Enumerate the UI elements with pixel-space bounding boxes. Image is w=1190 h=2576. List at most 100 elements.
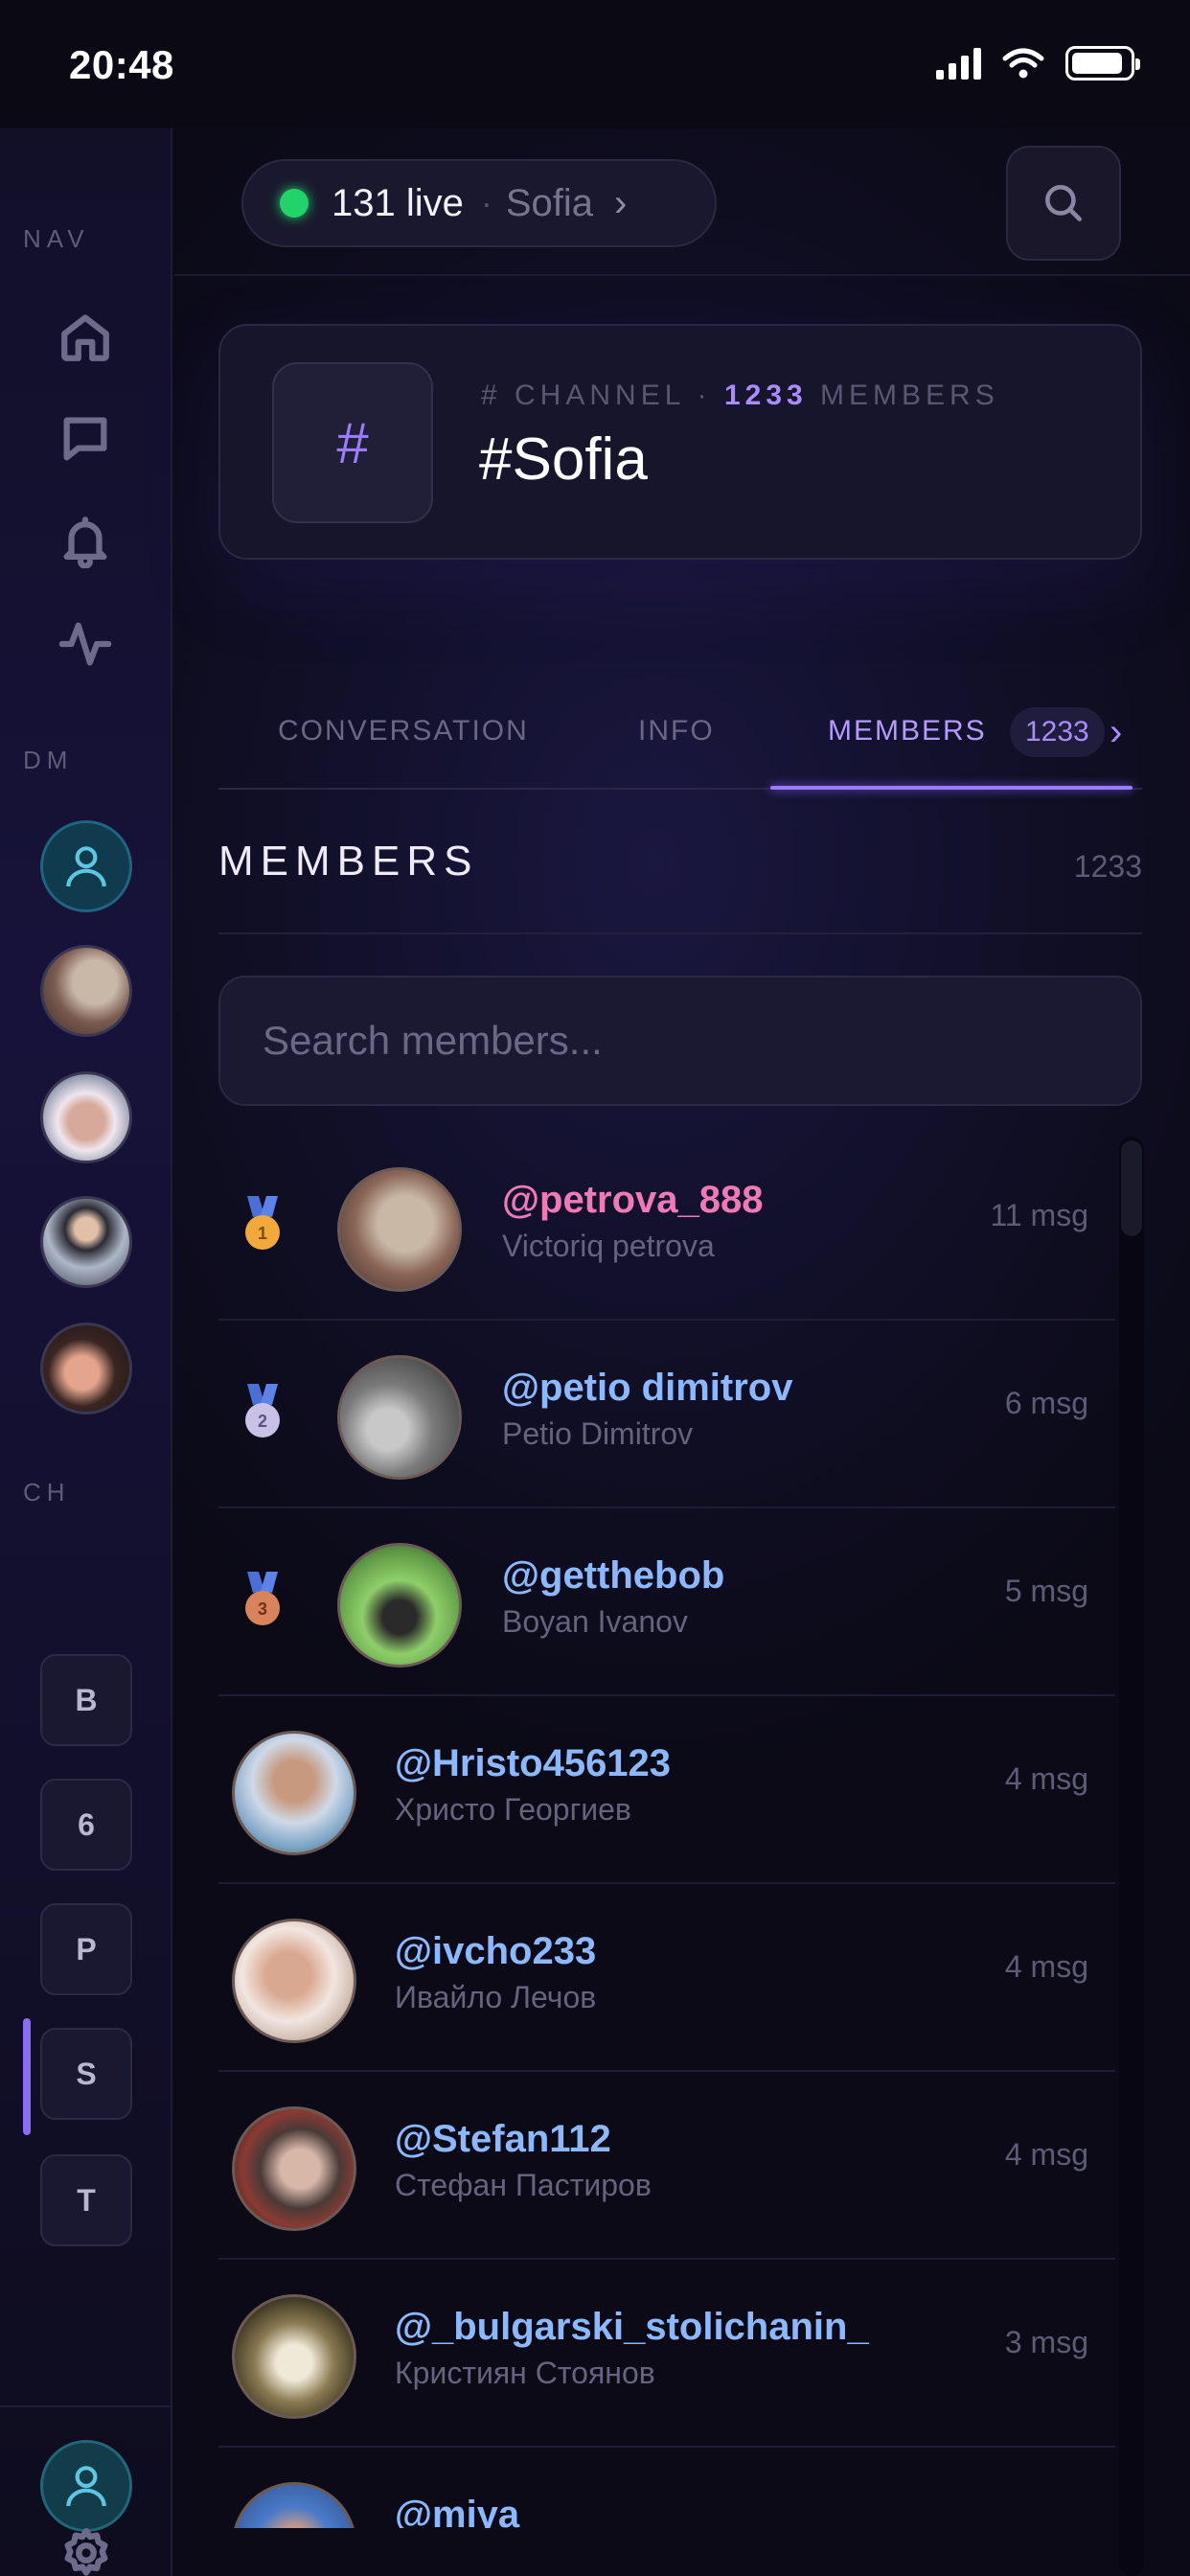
- signal-icon: [936, 47, 981, 80]
- members-count: 1233: [1073, 849, 1142, 884]
- member-name: Стефан Пастиров: [395, 2168, 652, 2202]
- divider: [218, 932, 1142, 934]
- member-avatar[interactable]: [337, 1167, 462, 1292]
- scrollbar-track[interactable]: [1119, 1137, 1144, 2576]
- tab-members[interactable]: MEMBERS: [828, 715, 987, 748]
- home-icon[interactable]: [47, 299, 124, 376]
- live-count: 131 live: [332, 181, 464, 224]
- dm-new-user-icon[interactable]: [40, 820, 132, 912]
- bell-icon[interactable]: [47, 502, 124, 579]
- member-row[interactable]: @_bulgarski_stolichanin_ Кристиян Стояно…: [218, 2260, 1115, 2448]
- channel-meta-suffix: MEMBERS: [820, 380, 999, 411]
- member-message-count: 4 msg: [1004, 2137, 1088, 2172]
- member-row[interactable]: @ivcho233 Ивайло Лечов 4 msg: [218, 1884, 1115, 2072]
- member-handle[interactable]: @Hristo456123: [395, 1742, 671, 1785]
- member-handle[interactable]: @ivcho233: [395, 1930, 596, 1973]
- member-handle[interactable]: @_bulgarski_stolichanin_: [395, 2306, 869, 2349]
- bronze-medal-icon: 3: [245, 1572, 280, 1625]
- member-row[interactable]: 1 @petrova_888 Victoriq petrova 11 msg: [218, 1133, 1115, 1321]
- chat-icon[interactable]: [47, 401, 124, 477]
- scrollbar-thumb[interactable]: [1121, 1140, 1142, 1236]
- silver-medal-icon: 2: [245, 1384, 280, 1438]
- live-dot: [280, 189, 309, 218]
- channel-header-card: # # CHANNEL · 1233 MEMBERS #Sofia: [218, 324, 1142, 560]
- member-avatar[interactable]: [337, 1543, 462, 1668]
- sidebar-section-ch: CH: [23, 1478, 71, 1506]
- search-button[interactable]: [1006, 146, 1121, 261]
- status-time: 20:48: [69, 42, 174, 87]
- member-row[interactable]: @Stefan112 Стефан Пастиров 4 msg: [218, 2072, 1115, 2260]
- member-search-field[interactable]: [218, 976, 1142, 1106]
- member-search-input[interactable]: [220, 978, 1140, 1104]
- member-handle[interactable]: @petio dimitrov: [502, 1367, 792, 1410]
- member-handle[interactable]: @miya: [395, 2494, 519, 2528]
- tab-members-count: 1233: [1010, 707, 1105, 757]
- member-avatar[interactable]: [232, 2106, 356, 2231]
- status-bar: 20:48: [0, 0, 1190, 128]
- channel-meta: # CHANNEL · 1233 MEMBERS: [481, 380, 999, 412]
- channel-t[interactable]: T: [40, 2154, 132, 2246]
- sidebar: NAV DM CH # B 6 P S T: [0, 128, 172, 2576]
- member-name: Ивайло Лечов: [395, 1980, 597, 2014]
- channel-member-count: 1233: [723, 380, 808, 411]
- live-location-pill[interactable]: 131 live · Sofia ›: [241, 159, 717, 247]
- wifi-icon: [1002, 48, 1044, 79]
- channel-tabs: CONVERSATION INFO MEMBERS 1233 ›: [218, 700, 1142, 790]
- channel-name: #Sofia: [479, 426, 648, 493]
- member-handle[interactable]: @getthebob: [502, 1554, 724, 1598]
- live-city: Sofia: [505, 181, 594, 224]
- sidebar-section-dm: DM: [23, 746, 74, 774]
- tab-info[interactable]: INFO: [638, 715, 715, 748]
- member-name: Boyan Ivanov: [502, 1604, 688, 1639]
- member-row[interactable]: @Hristo456123 Христо Георгиев 4 msg: [218, 1696, 1115, 1884]
- channel-hash-icon: #: [272, 362, 433, 523]
- channel-s[interactable]: S: [40, 2028, 132, 2120]
- member-message-count: 11 msg: [990, 1198, 1088, 1232]
- active-tab-underline: [770, 786, 1133, 790]
- medal-rank: 2: [258, 1412, 267, 1431]
- gold-medal-icon: 1: [245, 1196, 280, 1250]
- member-name: Petio Dimitrov: [502, 1416, 694, 1451]
- status-icons: [936, 46, 1140, 80]
- channel-b[interactable]: B: [40, 1654, 132, 1746]
- activity-icon[interactable]: [47, 606, 124, 682]
- sidebar-divider: [0, 2405, 172, 2407]
- member-avatar[interactable]: [232, 1731, 356, 1855]
- tab-conversation[interactable]: CONVERSATION: [278, 715, 529, 748]
- member-list: 1 @petrova_888 Victoriq petrova 11 msg 2…: [218, 1133, 1142, 2528]
- battery-icon: [1065, 46, 1140, 80]
- medal-rank: 3: [258, 1599, 267, 1619]
- dm-avatar-3[interactable]: [40, 1196, 132, 1288]
- member-name: Кристиян Стоянов: [395, 2356, 655, 2390]
- dm-avatar-4[interactable]: [40, 1322, 132, 1414]
- member-row[interactable]: 2 @petio dimitrov Petio Dimitrov 6 msg: [218, 1321, 1115, 1508]
- channel-meta-prefix: # CHANNEL ·: [481, 380, 712, 411]
- channel-6[interactable]: 6: [40, 1779, 132, 1871]
- member-message-count: 3 msg: [1004, 2325, 1088, 2359]
- medal-rank: 1: [258, 1224, 267, 1243]
- members-title: MEMBERS: [218, 838, 479, 885]
- member-message-count: 4 msg: [1004, 1761, 1088, 1796]
- channel-p[interactable]: P: [40, 1903, 132, 1995]
- member-avatar[interactable]: [232, 1919, 356, 2043]
- member-avatar[interactable]: [337, 1355, 462, 1480]
- dm-avatar-1[interactable]: [40, 945, 132, 1037]
- member-avatar[interactable]: [232, 2482, 356, 2528]
- app-screen: 20:48 NAV DM CH B 6 P S T 131 live · Sof…: [0, 0, 1190, 2576]
- top-bar: 131 live · Sofia ›: [174, 128, 1190, 276]
- chevron-right-icon: ›: [614, 181, 628, 224]
- chevron-right-icon[interactable]: ›: [1110, 711, 1122, 754]
- dm-avatar-2[interactable]: [40, 1071, 132, 1163]
- search-icon: [1045, 185, 1082, 221]
- member-name: Victoriq petrova: [502, 1229, 715, 1263]
- member-row[interactable]: 3 @getthebob Boyan Ivanov 5 msg: [218, 1508, 1115, 1696]
- member-message-count: 4 msg: [1004, 1949, 1088, 1984]
- member-avatar[interactable]: [232, 2294, 356, 2419]
- member-handle[interactable]: @petrova_888: [502, 1179, 763, 1222]
- settings-icon[interactable]: [48, 2515, 125, 2576]
- active-channel-indicator: [23, 2018, 31, 2135]
- member-handle[interactable]: @Stefan112: [395, 2118, 611, 2161]
- member-message-count: 5 msg: [1004, 1574, 1088, 1608]
- member-row[interactable]: @miya: [218, 2448, 1115, 2528]
- sidebar-section-nav: NAV: [23, 224, 90, 253]
